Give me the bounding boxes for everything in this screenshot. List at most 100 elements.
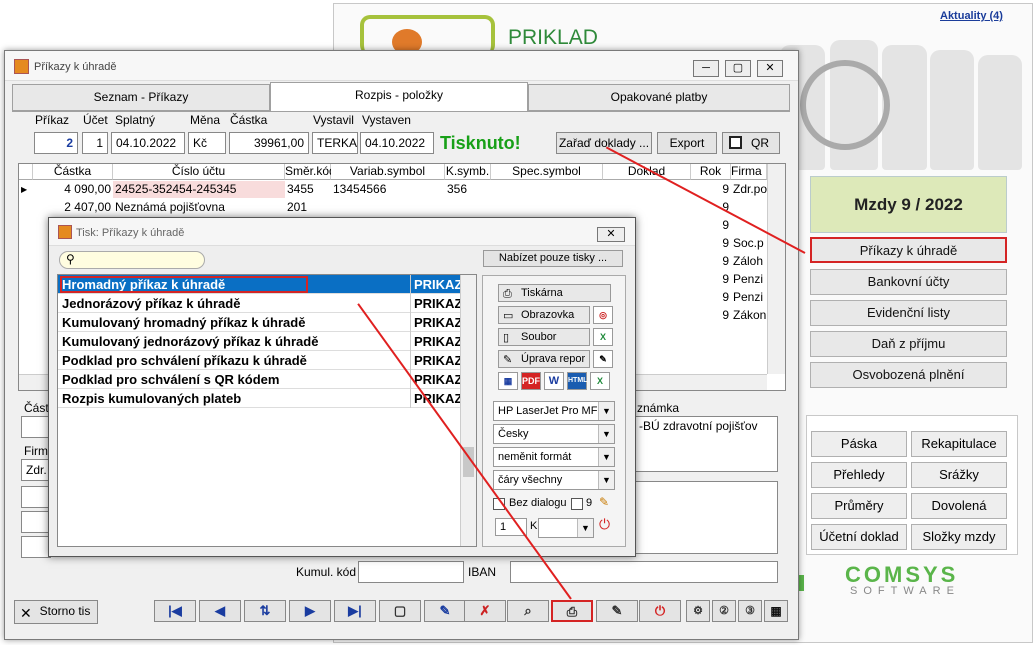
tab-rozpis[interactable]: Rozpis - položky [270, 82, 528, 112]
menu-evidencni-listy-button[interactable]: Evidenční listy [810, 300, 1007, 326]
last-record-icon[interactable]: ▶| [334, 600, 376, 622]
srazky-button[interactable]: Srážky [911, 462, 1007, 488]
tool-1-icon[interactable]: ⚙ [686, 600, 710, 622]
first-record-icon[interactable]: |◀ [154, 600, 196, 622]
slozky-mzdy-button[interactable]: Složky mzdy [911, 524, 1007, 550]
prikaz-field[interactable]: 2 [34, 132, 78, 154]
col-rok[interactable]: Rok [691, 164, 731, 180]
cell-rok[interactable]: 9 [691, 271, 731, 288]
cell-smer[interactable]: 3455 [285, 181, 331, 198]
minimize-button[interactable]: ─ [693, 60, 719, 77]
edit-pencil-icon[interactable]: ✎ [599, 495, 609, 509]
cell-ucet[interactable]: 24525-352454-245345 [113, 181, 285, 198]
tab-opakovane[interactable]: Opakované platby [528, 84, 790, 111]
print-icon[interactable]: ⎙ [551, 600, 593, 622]
rekapitulace-button[interactable]: Rekapitulace [911, 431, 1007, 457]
cell-firma[interactable]: Soc.p [731, 235, 767, 252]
printer-select[interactable]: HP LaserJet Pro MFP ▼ [493, 401, 615, 421]
field-3[interactable] [21, 486, 51, 508]
col-cislo-uctu[interactable]: Číslo účtu [113, 164, 285, 180]
word-format-icon[interactable]: W [544, 372, 564, 390]
new-document-icon[interactable]: ▢ [379, 600, 421, 622]
cell-firma[interactable]: Penzi [731, 289, 767, 306]
mena-field[interactable]: Kč [188, 132, 226, 154]
cell-rok[interactable]: 9 [691, 307, 731, 324]
nabizet-pouze-tisky-button[interactable]: Nabízet pouze tisky ... [483, 250, 623, 267]
field-5[interactable] [21, 536, 51, 558]
html-format-icon[interactable]: HTML [567, 372, 587, 390]
qr-button[interactable]: QR [722, 132, 780, 154]
col-variab-symbol[interactable]: Variab.symbol [331, 164, 445, 180]
col-firma[interactable]: Firma [731, 164, 767, 180]
preview-settings-icon[interactable]: ◎ [593, 306, 613, 324]
poznamka-field[interactable]: -BÚ zdravotní pojišťov [634, 416, 778, 472]
print-setup-icon[interactable]: ✎ [596, 600, 638, 622]
menu-prikazy-button[interactable]: Příkazy k úhradě [810, 237, 1007, 263]
cell-ks[interactable]: 356 [445, 181, 491, 198]
export-button[interactable]: Export [657, 132, 717, 154]
obrazovka-button[interactable]: ▭ Obrazovka [498, 306, 590, 324]
lines-select[interactable]: čáry všechny ▼ [493, 470, 615, 490]
firma-field[interactable]: Zdr. [21, 459, 51, 481]
nine-checkbox[interactable] [571, 498, 583, 510]
dialog-close-button[interactable]: ✕ [597, 227, 625, 242]
report-item[interactable]: Podklad pro schválení s QR kódem PRIKAZ [58, 370, 460, 389]
splatny-field[interactable]: 04.10.2022 [111, 132, 185, 154]
cell-firma[interactable]: Zdr.po [731, 181, 767, 198]
delete-icon[interactable]: ✗ [464, 600, 506, 622]
ucetni-doklad-button[interactable]: Účetní doklad [811, 524, 907, 550]
cell-firma[interactable]: Zákon [731, 307, 767, 324]
paska-button[interactable]: Páska [811, 431, 907, 457]
tool-2-icon[interactable]: ② [712, 600, 736, 622]
cell-rok[interactable]: 9 [691, 217, 731, 234]
tiskarna-button[interactable]: ⎙ Tiskárna [498, 284, 611, 302]
next-record-icon[interactable]: ▶ [289, 600, 331, 622]
cell-vs[interactable]: 13454566 [331, 181, 445, 198]
cell-ucet[interactable]: Neznámá pojišťovna [113, 199, 285, 216]
cell-firma[interactable]: Záloh [731, 253, 767, 270]
cell-firma[interactable]: Penzi [731, 271, 767, 288]
castka-field[interactable]: 39961,00 [229, 132, 309, 154]
ucet-field[interactable]: 1 [82, 132, 108, 154]
col-castka[interactable]: Částka [33, 164, 113, 180]
cell-castka[interactable]: 4 090,00 [33, 181, 113, 198]
cell-rok[interactable]: 9 [691, 253, 731, 270]
close-button[interactable]: ✕ [757, 60, 783, 77]
tab-seznam[interactable]: Seznam - Příkazy [12, 84, 270, 111]
table-format-icon[interactable]: ▦ [498, 372, 518, 390]
prev-record-icon[interactable]: ◀ [199, 600, 241, 622]
grid-vscrollbar[interactable] [767, 164, 785, 374]
uprava-reportu-button[interactable]: ✎ Úprava repor [498, 350, 590, 368]
menu-bankovni-ucty-button[interactable]: Bankovní účty [810, 269, 1007, 295]
power-icon[interactable]: ⏻ [639, 600, 681, 622]
excel-format-icon[interactable]: X [590, 372, 610, 390]
tool-3-icon[interactable]: ③ [738, 600, 762, 622]
dovolena-button[interactable]: Dovolená [911, 493, 1007, 519]
menu-dan-z-prijmu-button[interactable]: Daň z příjmu [810, 331, 1007, 357]
col-doklad[interactable]: Doklad [603, 164, 691, 180]
cell-rok[interactable]: 9 [691, 289, 731, 306]
cell-rok[interactable]: 9 [691, 235, 731, 252]
col-k-symb[interactable]: K.symb. [445, 164, 491, 180]
zarad-doklady-button[interactable]: Zařaď doklady ... [556, 132, 652, 154]
find-icon[interactable]: ⌕ [507, 600, 549, 622]
kumul-kod-field[interactable] [358, 561, 464, 583]
maximize-button[interactable]: ▢ [725, 60, 751, 77]
cell-smer[interactable]: 201 [285, 199, 331, 216]
prehledy-button[interactable]: Přehledy [811, 462, 907, 488]
field-4[interactable] [21, 511, 51, 533]
pdf-format-icon[interactable]: PDF [521, 372, 541, 390]
col-smer-kod[interactable]: Směr.kód [285, 164, 336, 180]
note-field-2[interactable] [634, 481, 778, 554]
report-search-input[interactable]: ⚲ [59, 251, 205, 269]
k-select[interactable]: ▼ [538, 518, 594, 538]
storno-tisku-button[interactable]: ✕ Storno tis [14, 600, 98, 624]
sort-icon[interactable]: ⇅ [244, 600, 286, 622]
soubor-button[interactable]: ▯ Soubor [498, 328, 590, 346]
cell-castka[interactable]: 2 407,00 [33, 199, 113, 216]
language-select[interactable]: Česky ▼ [493, 424, 615, 444]
excel-export-icon[interactable]: X [593, 328, 613, 346]
report-item[interactable]: Kumulovaný hromadný příkaz k úhradě PRIKA… [58, 313, 460, 332]
report-item[interactable]: Jednorázový příkaz k úhradě PRIKAZ [58, 294, 460, 313]
report-item[interactable]: Kumulovaný jednorázový příkaz k úhradě PR… [58, 332, 460, 351]
